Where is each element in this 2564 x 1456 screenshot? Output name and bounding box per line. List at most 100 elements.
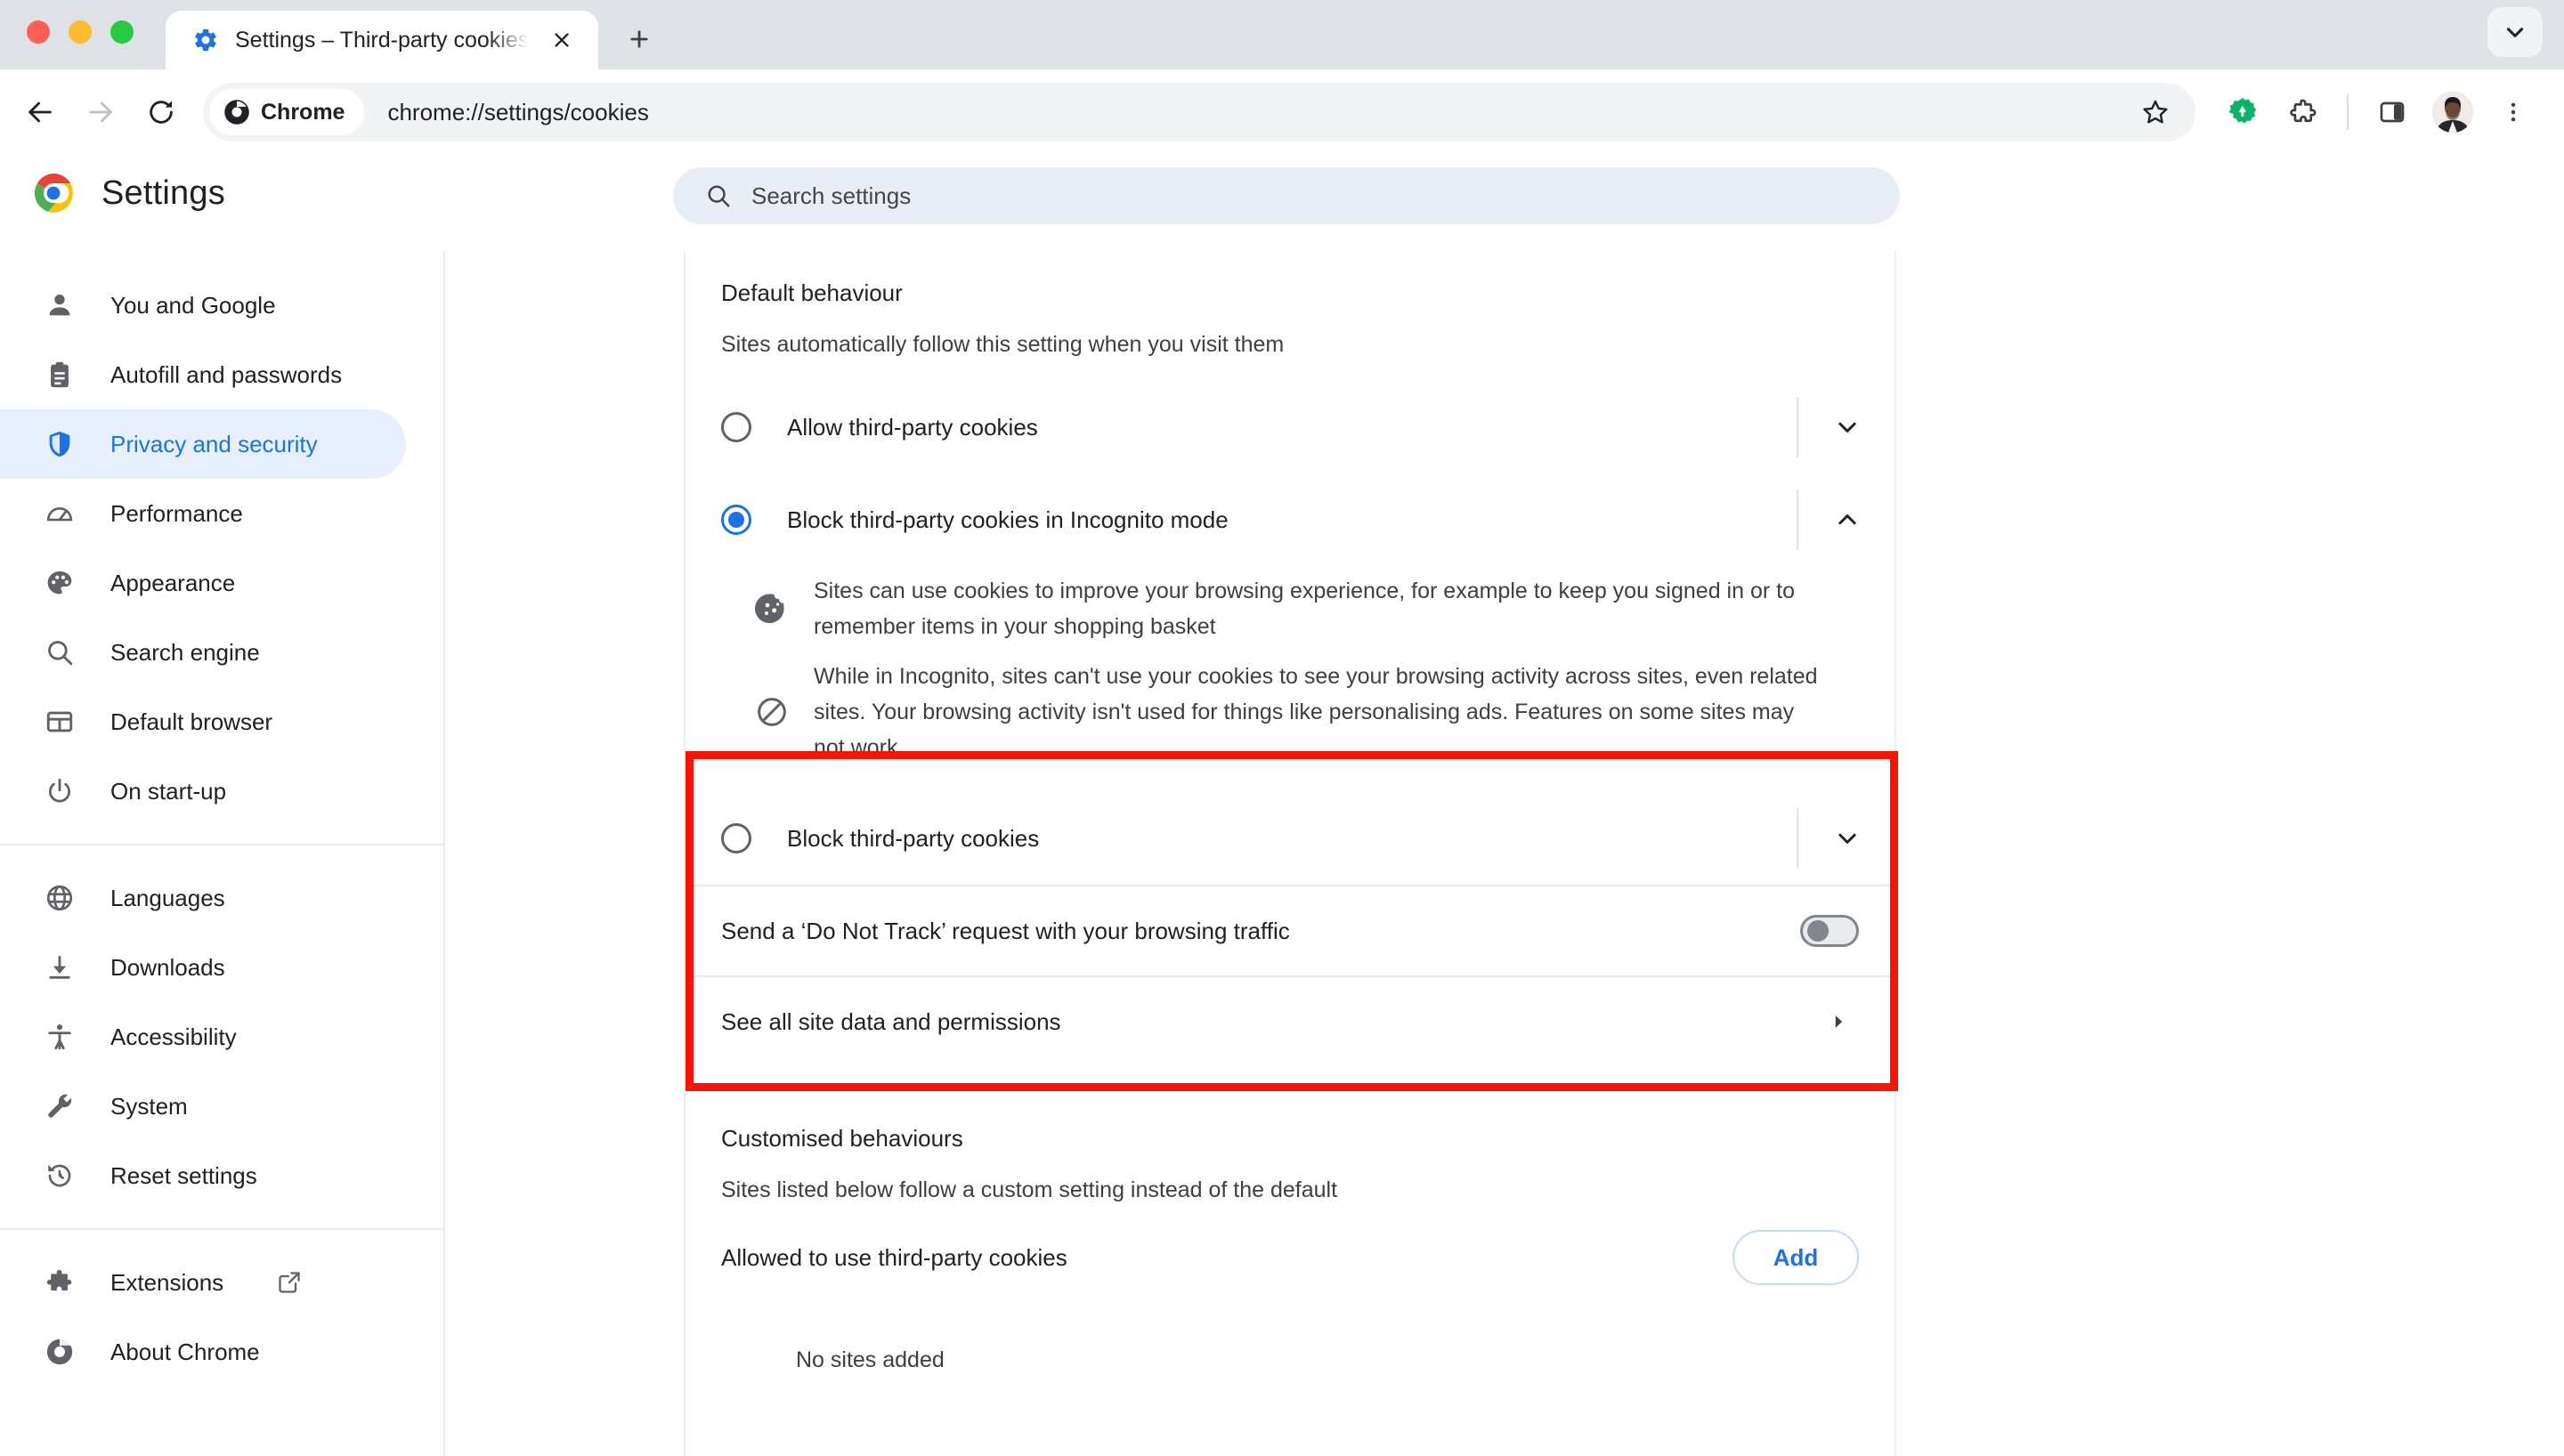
chevron-up-icon[interactable] (1820, 492, 1875, 547)
search-placeholder: Search settings (751, 182, 911, 210)
sidebar-item-reset-settings[interactable]: Reset settings (0, 1141, 406, 1210)
radio-label: Block third-party cookies (787, 825, 1039, 853)
detail-text: Sites can use cookies to improve your br… (814, 573, 1829, 644)
browser-window-icon (43, 705, 77, 739)
search-icon (705, 182, 732, 209)
row-divider (1797, 808, 1798, 869)
minimize-window-button[interactable] (69, 20, 92, 44)
forward-button[interactable] (73, 85, 128, 140)
search-settings-input[interactable]: Search settings (673, 167, 1900, 224)
add-site-button[interactable]: Add (1732, 1230, 1859, 1285)
sidebar-item-system[interactable]: System (0, 1072, 406, 1141)
sidebar-item-search-engine[interactable]: Search engine (0, 618, 406, 687)
chrome-logo-grey-icon (43, 1335, 77, 1369)
sidebar-item-extensions[interactable]: Extensions (0, 1248, 406, 1317)
incognito-option-details: Sites can use cookies to improve your br… (686, 566, 1895, 781)
customised-behaviours-subtitle: Sites listed below follow a custom setti… (686, 1153, 1895, 1203)
sidebar-item-autofill-and-passwords[interactable]: Autofill and passwords (0, 340, 406, 409)
radio-option-block-third-party-cookies[interactable]: Block third-party cookies (686, 792, 1895, 885)
row-divider (1797, 397, 1798, 457)
browser-tab[interactable]: Settings – Third-party cookies (166, 11, 598, 69)
do-not-track-row[interactable]: Send a ‘Do Not Track’ request with your … (686, 886, 1895, 975)
sidebar-item-label: Extensions (110, 1269, 223, 1297)
sidebar-item-accessibility[interactable]: Accessibility (0, 1002, 406, 1072)
sidebar-item-label: Accessibility (110, 1023, 237, 1051)
cookie-icon (753, 590, 791, 627)
sidebar-item-label: You and Google (110, 292, 276, 320)
address-bar[interactable]: Chrome chrome://settings/cookies (203, 83, 2195, 142)
close-tab-button[interactable] (545, 23, 579, 57)
do-not-track-toggle[interactable] (1800, 915, 1859, 947)
sidebar-item-label: Privacy and security (110, 431, 318, 458)
allowed-third-party-cookies-label: Allowed to use third-party cookies (721, 1244, 1067, 1272)
sidebar-item-downloads[interactable]: Downloads (0, 933, 406, 1002)
sidebar-item-label: Appearance (110, 570, 235, 597)
green-extension-icon[interactable] (2215, 85, 2270, 140)
sidebar-item-label: Languages (110, 885, 225, 912)
browser-toolbar: Chrome chrome://settings/cookies (0, 69, 2564, 155)
reload-button[interactable] (134, 85, 189, 140)
settings-content-card: Default behaviour Sites automatically fo… (684, 251, 1896, 1456)
sidebar-item-default-browser[interactable]: Default browser (0, 687, 406, 756)
bookmark-star-icon[interactable] (2130, 86, 2181, 138)
sidebar-item-performance[interactable]: Performance (0, 479, 406, 548)
settings-header: Settings Search settings (0, 155, 2564, 231)
chrome-menu-button[interactable] (2486, 85, 2541, 140)
origin-chip-label: Chrome (261, 100, 345, 125)
radio-button[interactable] (721, 823, 751, 853)
default-behaviour-title: Default behaviour (686, 251, 1895, 307)
sidebar-item-label: About Chrome (110, 1339, 260, 1366)
radio-label: Allow third-party cookies (787, 414, 1038, 441)
default-behaviour-subtitle: Sites automatically follow this setting … (686, 307, 1895, 358)
extensions-puzzle-icon[interactable] (2276, 85, 2331, 140)
side-panel-icon[interactable] (2365, 85, 2420, 140)
sidebar-item-label: On start-up (110, 778, 226, 805)
sidebar-divider (0, 844, 443, 845)
chevron-down-icon[interactable] (1820, 811, 1875, 866)
tab-strip: Settings – Third-party cookies (0, 0, 2564, 69)
history-restore-icon (43, 1159, 77, 1193)
sidebar-item-about-chrome[interactable]: About Chrome (0, 1317, 406, 1387)
palette-icon (43, 566, 77, 600)
sidebar-item-on-start-up[interactable]: On start-up (0, 756, 406, 826)
shield-icon (43, 427, 77, 461)
external-link-icon (277, 1270, 302, 1295)
chevron-down-icon[interactable] (1820, 400, 1875, 455)
profile-avatar-button[interactable] (2425, 85, 2480, 140)
spacer (686, 1066, 1895, 1096)
see-all-site-data-label: See all site data and permissions (721, 1008, 1061, 1036)
back-button[interactable] (12, 85, 68, 140)
window-controls (27, 0, 134, 69)
do-not-track-label: Send a ‘Do Not Track’ request with your … (721, 918, 1290, 945)
toolbar-divider (2347, 94, 2349, 130)
sidebar-item-label: Downloads (110, 954, 225, 982)
sidebar-item-languages[interactable]: Languages (0, 863, 406, 933)
tab-search-button[interactable] (2487, 7, 2543, 57)
sidebar-item-label: Search engine (110, 639, 260, 667)
radio-button-selected[interactable] (721, 505, 751, 535)
settings-sidebar: You and Google Autofill and passwords Pr… (0, 251, 445, 1456)
detail-text: While in Incognito, sites can't use your… (814, 659, 1829, 765)
radio-option-block-third-party-cookies-incognito[interactable]: Block third-party cookies in Incognito m… (686, 473, 1895, 566)
radio-option-allow-third-party-cookies[interactable]: Allow third-party cookies (686, 381, 1895, 473)
avatar (2432, 92, 2473, 133)
page-title: Settings (101, 174, 225, 213)
speedometer-icon (43, 497, 77, 530)
chrome-origin-chip: Chrome (209, 89, 364, 135)
sidebar-item-appearance[interactable]: Appearance (0, 548, 406, 618)
person-icon (43, 288, 77, 322)
sidebar-item-you-and-google[interactable]: You and Google (0, 271, 406, 340)
sidebar-item-label: Autofill and passwords (110, 361, 342, 389)
close-window-button[interactable] (27, 20, 50, 44)
allowed-third-party-cookies-row: Allowed to use third-party cookies Add (686, 1203, 1895, 1312)
row-divider (1797, 489, 1798, 550)
maximize-window-button[interactable] (110, 20, 134, 44)
globe-icon (43, 881, 77, 915)
radio-button[interactable] (721, 412, 751, 442)
arrow-right-icon[interactable] (1818, 1001, 1859, 1042)
see-all-site-data-row[interactable]: See all site data and permissions (686, 977, 1895, 1066)
sidebar-item-privacy-and-security[interactable]: Privacy and security (0, 409, 406, 479)
new-tab-button[interactable] (616, 16, 662, 62)
magnifier-icon (43, 635, 77, 669)
sidebar-item-label: Performance (110, 500, 243, 528)
